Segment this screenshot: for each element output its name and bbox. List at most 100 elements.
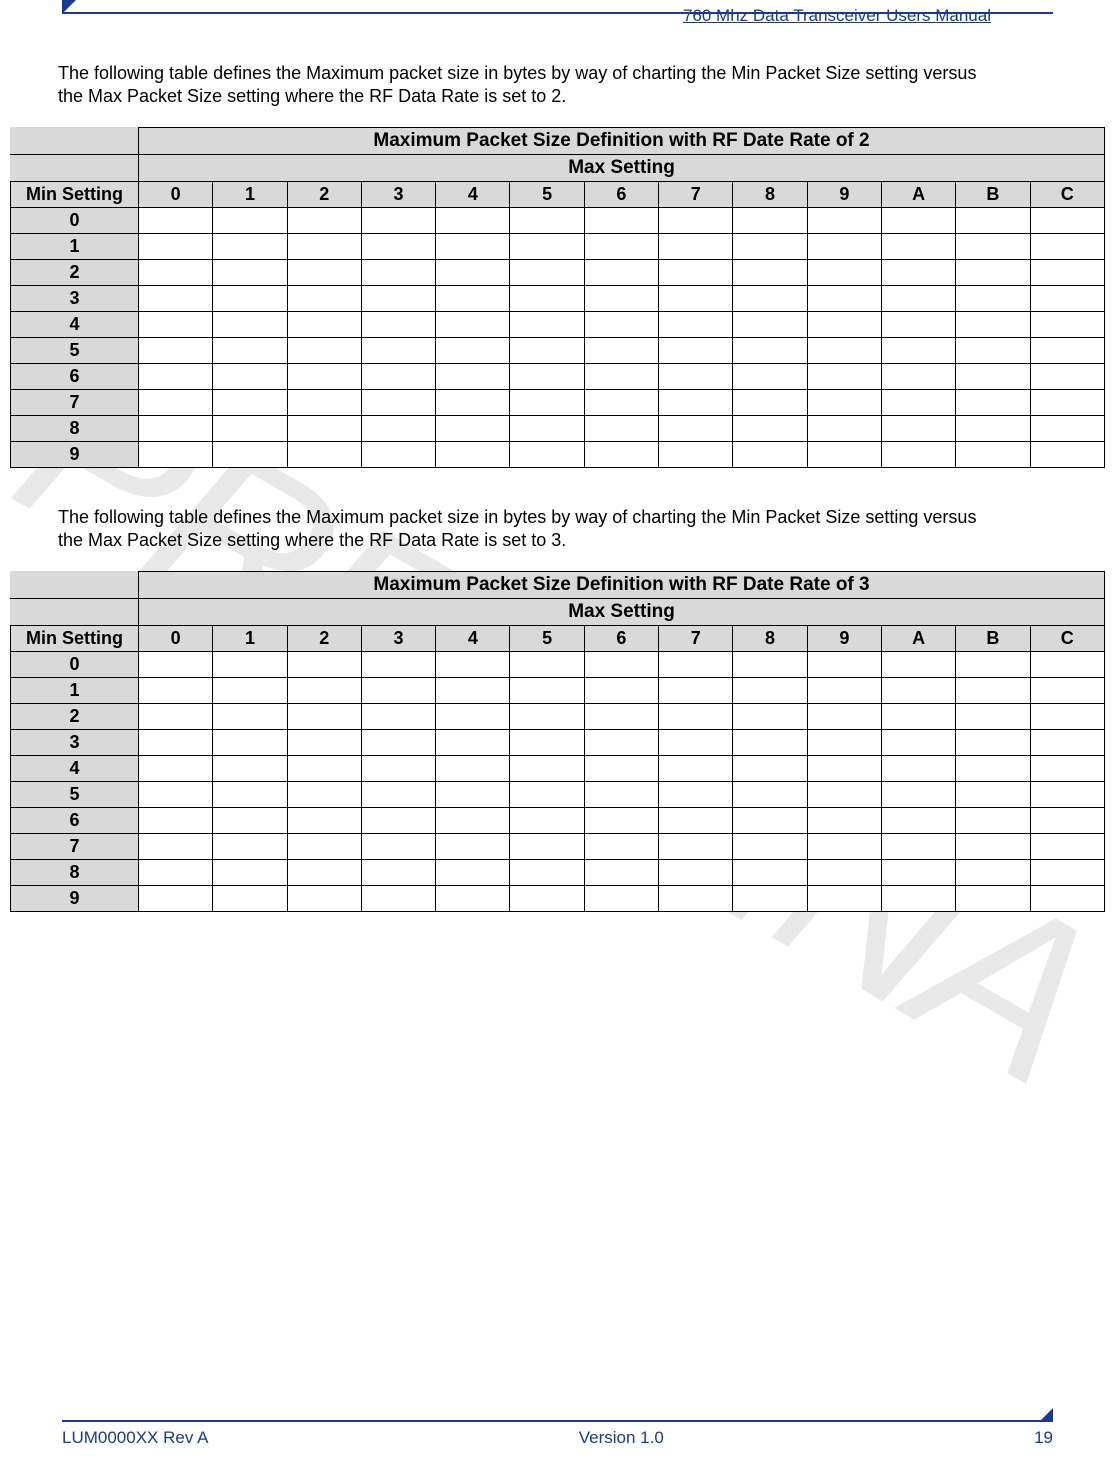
cell xyxy=(584,415,658,441)
row-label: 2 xyxy=(11,703,139,729)
cell xyxy=(881,441,955,467)
cell xyxy=(956,651,1030,677)
col-header: 7 xyxy=(659,625,733,651)
cell xyxy=(584,233,658,259)
header-title: 760 Mhz Data Transceiver Users Manual xyxy=(683,6,991,26)
cell xyxy=(956,729,1030,755)
cell xyxy=(361,259,435,285)
cell xyxy=(733,441,807,467)
cell xyxy=(361,781,435,807)
content-area: The following table defines the Maximum … xyxy=(10,62,1105,950)
cell xyxy=(881,207,955,233)
cell xyxy=(881,415,955,441)
cell xyxy=(213,285,287,311)
cell xyxy=(881,651,955,677)
cell xyxy=(287,651,361,677)
col-header: 9 xyxy=(807,625,881,651)
cell xyxy=(510,833,584,859)
table-title: Maximum Packet Size Definition with RF D… xyxy=(139,127,1105,154)
cell xyxy=(361,415,435,441)
cell xyxy=(659,207,733,233)
cell xyxy=(510,233,584,259)
cell xyxy=(1030,807,1104,833)
cell xyxy=(361,755,435,781)
cell xyxy=(510,337,584,363)
table-row: 7 xyxy=(11,833,1105,859)
cell xyxy=(510,859,584,885)
cell xyxy=(733,311,807,337)
cell xyxy=(139,415,213,441)
cell xyxy=(1030,755,1104,781)
row-label: 1 xyxy=(11,233,139,259)
cell xyxy=(881,389,955,415)
col-header: C xyxy=(1030,181,1104,207)
cell xyxy=(659,441,733,467)
table-row: 0 xyxy=(11,207,1105,233)
cell xyxy=(436,755,510,781)
col-header: B xyxy=(956,625,1030,651)
row-label: 9 xyxy=(11,885,139,911)
cell xyxy=(139,781,213,807)
cell xyxy=(1030,859,1104,885)
footer-center: Version 1.0 xyxy=(579,1428,664,1448)
cell xyxy=(1030,441,1104,467)
cell xyxy=(659,703,733,729)
table-row: 5 xyxy=(11,781,1105,807)
cell xyxy=(436,703,510,729)
cell xyxy=(213,807,287,833)
cell xyxy=(584,207,658,233)
cell xyxy=(510,755,584,781)
cell xyxy=(287,389,361,415)
cell xyxy=(659,415,733,441)
row-label: 3 xyxy=(11,729,139,755)
cell xyxy=(881,833,955,859)
cell xyxy=(510,311,584,337)
cell xyxy=(956,441,1030,467)
cell xyxy=(807,859,881,885)
cell xyxy=(584,259,658,285)
cell xyxy=(361,651,435,677)
cell xyxy=(807,207,881,233)
cell xyxy=(733,415,807,441)
cell xyxy=(287,703,361,729)
cell xyxy=(733,859,807,885)
cell xyxy=(139,337,213,363)
cell xyxy=(733,389,807,415)
cell xyxy=(733,285,807,311)
cell xyxy=(510,415,584,441)
cell xyxy=(807,755,881,781)
table-row: 6 xyxy=(11,807,1105,833)
cell xyxy=(213,651,287,677)
cell xyxy=(436,859,510,885)
cell xyxy=(139,755,213,781)
cell xyxy=(287,311,361,337)
cell xyxy=(213,311,287,337)
cell xyxy=(733,781,807,807)
cell xyxy=(213,755,287,781)
cell xyxy=(436,311,510,337)
cell xyxy=(584,807,658,833)
cell xyxy=(361,363,435,389)
cell xyxy=(1030,259,1104,285)
cell xyxy=(584,285,658,311)
cell xyxy=(287,285,361,311)
col-header: 3 xyxy=(361,625,435,651)
cell xyxy=(659,781,733,807)
row-label: 8 xyxy=(11,415,139,441)
row-label: 4 xyxy=(11,311,139,337)
col-header: 1 xyxy=(213,181,287,207)
cell xyxy=(139,389,213,415)
cell xyxy=(213,885,287,911)
cell xyxy=(1030,415,1104,441)
footer-left: LUM0000XX Rev A xyxy=(62,1428,208,1448)
cell xyxy=(584,441,658,467)
cell xyxy=(881,363,955,389)
cell xyxy=(659,677,733,703)
col-header: 1 xyxy=(213,625,287,651)
cell xyxy=(584,389,658,415)
cell xyxy=(510,807,584,833)
cell xyxy=(1030,651,1104,677)
blank-corner xyxy=(11,571,139,598)
cell xyxy=(213,259,287,285)
cell xyxy=(584,311,658,337)
